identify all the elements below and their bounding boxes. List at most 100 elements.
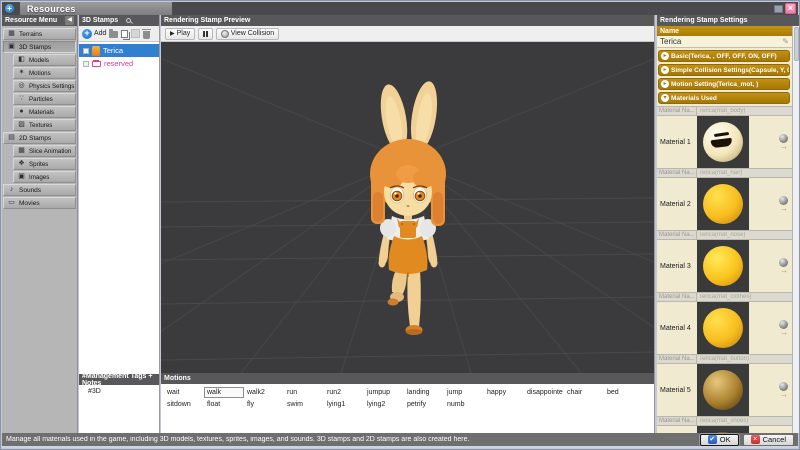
name-field-row: ✎ bbox=[657, 36, 792, 48]
duplicate-icon[interactable] bbox=[121, 30, 128, 38]
assign-arrow-icon[interactable]: → bbox=[780, 143, 788, 150]
settings-section-bar[interactable]: ▸ Simple Collision Settings(Capsule, Y, … bbox=[658, 64, 790, 76]
settings-section-bar[interactable]: ▸ Motion Setting(Terica_mot, ) bbox=[658, 78, 790, 90]
assign-arrow-icon[interactable]: → bbox=[780, 267, 788, 274]
material-row: Material 1 → bbox=[657, 116, 792, 168]
stamps-toolbar: + Add bbox=[79, 26, 159, 42]
window-controls: × bbox=[774, 3, 796, 14]
close-button[interactable]: × bbox=[785, 3, 796, 14]
collapse-panel-icon[interactable]: ◀ bbox=[65, 16, 74, 25]
motion-item[interactable]: happy bbox=[484, 387, 524, 398]
sidebar-item[interactable]: ❖ Sprites bbox=[13, 158, 76, 170]
scrollbar-thumb[interactable] bbox=[794, 27, 799, 61]
motion-item[interactable]: swim bbox=[284, 399, 324, 410]
sidebar-item-icon: ● bbox=[17, 107, 26, 117]
settings-section-bar[interactable]: ▾ Materials Used bbox=[658, 92, 790, 104]
sidebar-item[interactable]: ▭ Movies bbox=[3, 197, 76, 209]
motion-item[interactable]: wait bbox=[164, 387, 204, 398]
motion-item[interactable]: float bbox=[204, 399, 244, 410]
motion-item[interactable]: landing bbox=[404, 387, 444, 398]
motion-item[interactable]: petrify bbox=[404, 399, 444, 410]
material-preview-square bbox=[697, 426, 749, 433]
motion-item[interactable]: lying1 bbox=[324, 399, 364, 410]
motion-item[interactable]: run2 bbox=[324, 387, 364, 398]
motion-item[interactable]: chair bbox=[564, 387, 604, 398]
sidebar-item-label: Textures bbox=[29, 122, 52, 129]
window-border bbox=[2, 446, 798, 448]
new-folder-icon[interactable] bbox=[109, 31, 118, 38]
material-header-row: Material Na... Terica(mat_body) bbox=[657, 106, 792, 116]
sidebar-item[interactable]: ▦ Slice Animation bbox=[13, 145, 76, 157]
sidebar-item-icon: ▨ bbox=[17, 120, 26, 130]
settings-section-bar[interactable]: ▸ Basic(Terica, , OFF, OFF, ON, OFF) bbox=[658, 50, 790, 62]
motion-item[interactable]: jumpup bbox=[364, 387, 404, 398]
material-texture-field[interactable]: Terica(mat_body) bbox=[697, 108, 792, 114]
add-stamp-button[interactable]: + Add bbox=[82, 29, 106, 39]
material-texture-field[interactable]: Terica(mat_clothes) bbox=[697, 294, 792, 300]
sidebar-item[interactable]: ✶ Motions bbox=[13, 67, 76, 79]
sidebar-item[interactable]: ◧ Models bbox=[13, 54, 76, 66]
sidebar-item-label: Terrains bbox=[19, 31, 42, 38]
sidebar-item-icon: ▦ bbox=[7, 29, 16, 39]
tree-item-label: Terica bbox=[103, 46, 123, 55]
settings-scrollbar[interactable] bbox=[792, 26, 800, 433]
edit-pencil-icon[interactable]: ✎ bbox=[782, 37, 789, 46]
motion-item[interactable]: bed bbox=[604, 387, 644, 398]
sidebar-item[interactable]: ▦ Terrains bbox=[3, 28, 76, 40]
sidebar-item[interactable]: ▣ 3D Stamps bbox=[3, 41, 76, 53]
window-title-tab: Resources bbox=[20, 2, 172, 15]
maximize-icon[interactable] bbox=[774, 5, 783, 13]
motion-item[interactable]: jump bbox=[444, 387, 484, 398]
sidebar-item[interactable]: ∵ Particles bbox=[13, 93, 76, 105]
material-block: Material Na... Terica(mat_shoes) bbox=[657, 416, 792, 433]
sidebar-item[interactable]: ▨ Textures bbox=[13, 119, 76, 131]
motion-item[interactable]: walk2 bbox=[244, 387, 284, 398]
motion-item[interactable]: sitdown bbox=[164, 399, 204, 410]
assign-arrow-icon[interactable]: → bbox=[780, 391, 788, 398]
tree-expand-toggle[interactable] bbox=[83, 48, 89, 54]
material-preview-square bbox=[697, 364, 749, 416]
ok-button[interactable]: ✔ OK bbox=[700, 434, 739, 446]
stamp-name-input[interactable] bbox=[660, 37, 782, 46]
tree-expand-toggle[interactable] bbox=[83, 61, 89, 67]
view-collision-label: View Collision bbox=[231, 30, 274, 37]
sidebar-item[interactable]: ● Materials bbox=[13, 106, 76, 118]
motion-item[interactable]: disappointed bbox=[524, 387, 564, 398]
assign-arrow-icon[interactable]: → bbox=[780, 205, 788, 212]
sidebar-item[interactable]: ▣ Images bbox=[13, 171, 76, 183]
tag-item[interactable]: #3D bbox=[79, 385, 159, 395]
assign-arrow-icon[interactable]: → bbox=[780, 329, 788, 336]
preview-viewport[interactable] bbox=[161, 42, 654, 373]
sidebar-item[interactable]: ▤ 2D Stamps bbox=[3, 132, 76, 144]
delete-icon[interactable] bbox=[143, 31, 150, 39]
material-face-texture bbox=[703, 122, 743, 162]
view-collision-button[interactable]: View Collision bbox=[216, 28, 279, 40]
material-sphere-preview bbox=[703, 122, 743, 162]
pause-button[interactable] bbox=[198, 28, 213, 40]
tree-item[interactable]: reserved bbox=[79, 57, 159, 70]
terica-character-icon bbox=[92, 46, 100, 56]
add-label: Add bbox=[94, 30, 106, 37]
material-row: Material 2 → bbox=[657, 178, 792, 230]
material-tools: → bbox=[749, 134, 792, 150]
material-name-column-label: Material Na... bbox=[657, 107, 697, 115]
section-expand-icon: ▸ bbox=[661, 52, 669, 60]
material-texture-field[interactable]: Terica(mat_nose) bbox=[697, 232, 792, 238]
resources-gear-icon: + bbox=[5, 4, 14, 13]
material-texture-field[interactable]: Terica(mat_hair) bbox=[697, 170, 792, 176]
motion-item[interactable]: run bbox=[284, 387, 324, 398]
cancel-button[interactable]: × Cancel bbox=[743, 434, 794, 446]
ok-check-icon: ✔ bbox=[708, 435, 717, 444]
tree-item[interactable]: Terica bbox=[79, 44, 159, 57]
motion-item[interactable]: numb bbox=[444, 399, 484, 410]
sidebar-item[interactable]: ♪ Sounds bbox=[3, 184, 76, 196]
settings-body: Name ✎ ▸ Basic(Terica, , OFF, OFF, ON, O… bbox=[657, 26, 800, 433]
material-texture-field[interactable]: Terica(mat_shoes) bbox=[697, 418, 792, 424]
motion-item[interactable]: lying2 bbox=[364, 399, 404, 410]
sidebar-item[interactable]: ◎ Physics Settings bbox=[13, 80, 76, 92]
search-icon[interactable] bbox=[126, 18, 131, 23]
play-button[interactable]: ▶ Play bbox=[165, 28, 195, 40]
motion-item[interactable]: fly bbox=[244, 399, 284, 410]
material-texture-field[interactable]: Terica(mat_button) bbox=[697, 356, 792, 362]
motion-item[interactable]: walk bbox=[204, 387, 244, 398]
